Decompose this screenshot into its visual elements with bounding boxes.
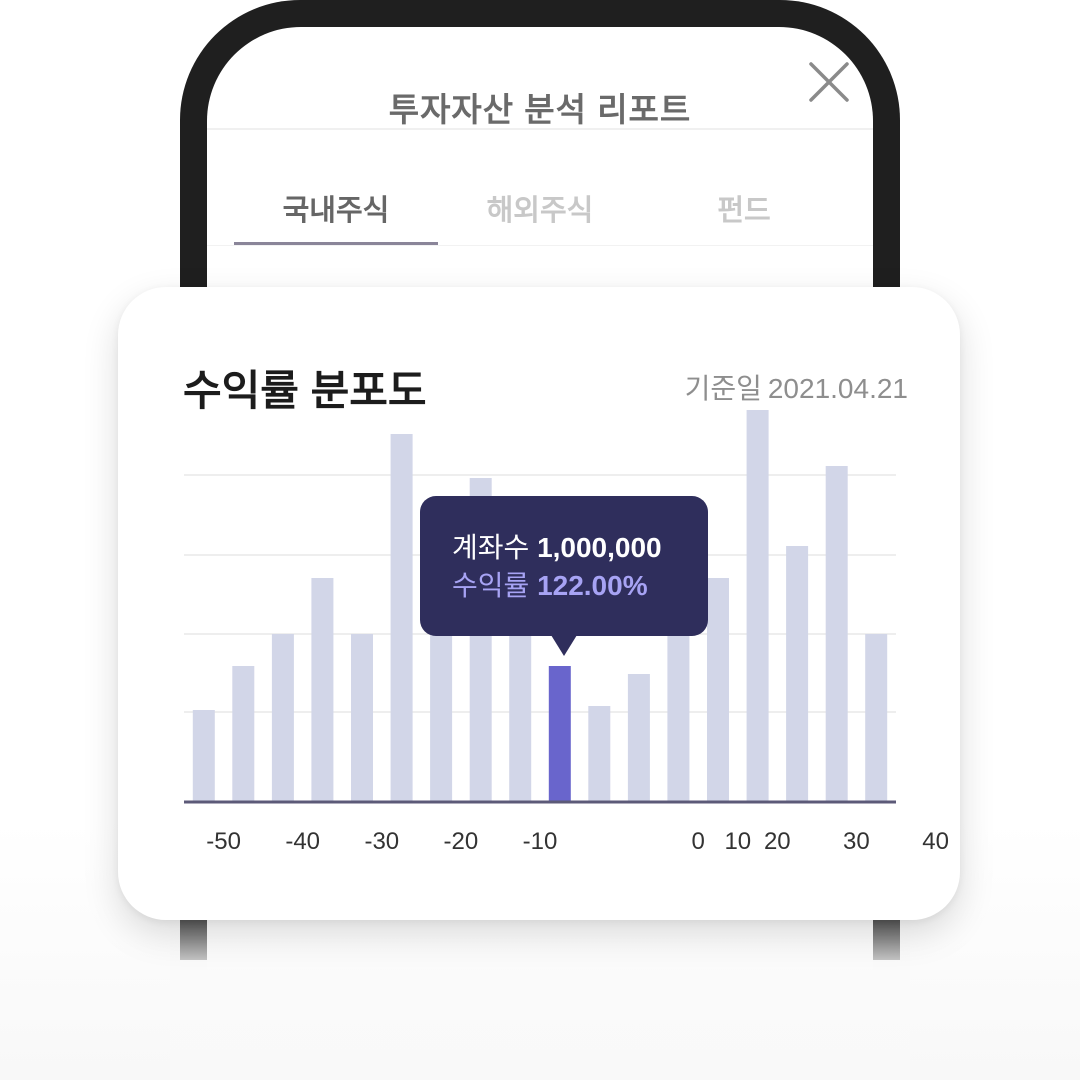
- tooltip-return-label: 수익률: [452, 570, 530, 601]
- x-tick-label: 30: [843, 828, 870, 855]
- tab-fund[interactable]: 펀드: [642, 187, 846, 229]
- chart-bar-selected[interactable]: [548, 666, 571, 802]
- chart-bar[interactable]: [192, 710, 215, 802]
- chart-bar[interactable]: [588, 706, 611, 802]
- x-tick-label: -30: [364, 828, 399, 855]
- x-tick-label: 20: [764, 828, 791, 855]
- chart-bar[interactable]: [707, 578, 729, 802]
- tab-divider: [207, 245, 873, 246]
- tooltip-return-value: 122.00%: [537, 570, 648, 601]
- chart-bar[interactable]: [232, 666, 255, 802]
- x-tick-label: 10: [724, 828, 751, 855]
- tab-bar: 국내주식 해외주식 펀드: [234, 177, 846, 247]
- chart-bar[interactable]: [865, 634, 888, 802]
- chart-bar[interactable]: [311, 578, 334, 802]
- header-divider: [207, 128, 873, 130]
- chart-tooltip: 계좌수 1,000,000 수익률 122.00%: [420, 496, 708, 656]
- x-tick-label: 40: [922, 828, 949, 855]
- x-tick-label: -40: [285, 828, 320, 855]
- chart-bar[interactable]: [390, 434, 413, 802]
- chart-bar[interactable]: [667, 634, 690, 802]
- chart-bar[interactable]: [271, 634, 294, 802]
- phone-fade: [170, 900, 910, 1080]
- close-button[interactable]: [807, 60, 851, 104]
- return-distribution-card: 수익률 분포도 기준일 2021.04.21 -50 -40 -30 -20 -10 0 10…: [118, 287, 960, 920]
- chart-bar[interactable]: [825, 466, 848, 802]
- tooltip-accounts: 계좌수 1,000,000: [452, 526, 662, 566]
- x-tick-label: -10: [523, 828, 558, 855]
- tab-overseas-stock[interactable]: 해외주식: [438, 187, 642, 229]
- tooltip-arrow: [551, 635, 577, 656]
- chart-bar[interactable]: [746, 410, 769, 802]
- chart-bar[interactable]: [351, 634, 373, 802]
- x-tick-label: -20: [444, 828, 479, 855]
- close-icon: [809, 62, 849, 102]
- app-title: 투자자산 분석 리포트: [388, 91, 692, 128]
- chart-bar[interactable]: [627, 674, 650, 802]
- chart-bar[interactable]: [786, 546, 809, 802]
- tooltip-accounts-label: 계좌수: [452, 532, 530, 563]
- tab-domestic-stock[interactable]: 국내주식: [234, 187, 438, 229]
- tooltip-return: 수익률 122.00%: [452, 564, 648, 604]
- x-tick-label: 0: [692, 828, 705, 855]
- tooltip-accounts-value: 1,000,000: [537, 532, 662, 563]
- x-tick-label: -50: [206, 828, 241, 855]
